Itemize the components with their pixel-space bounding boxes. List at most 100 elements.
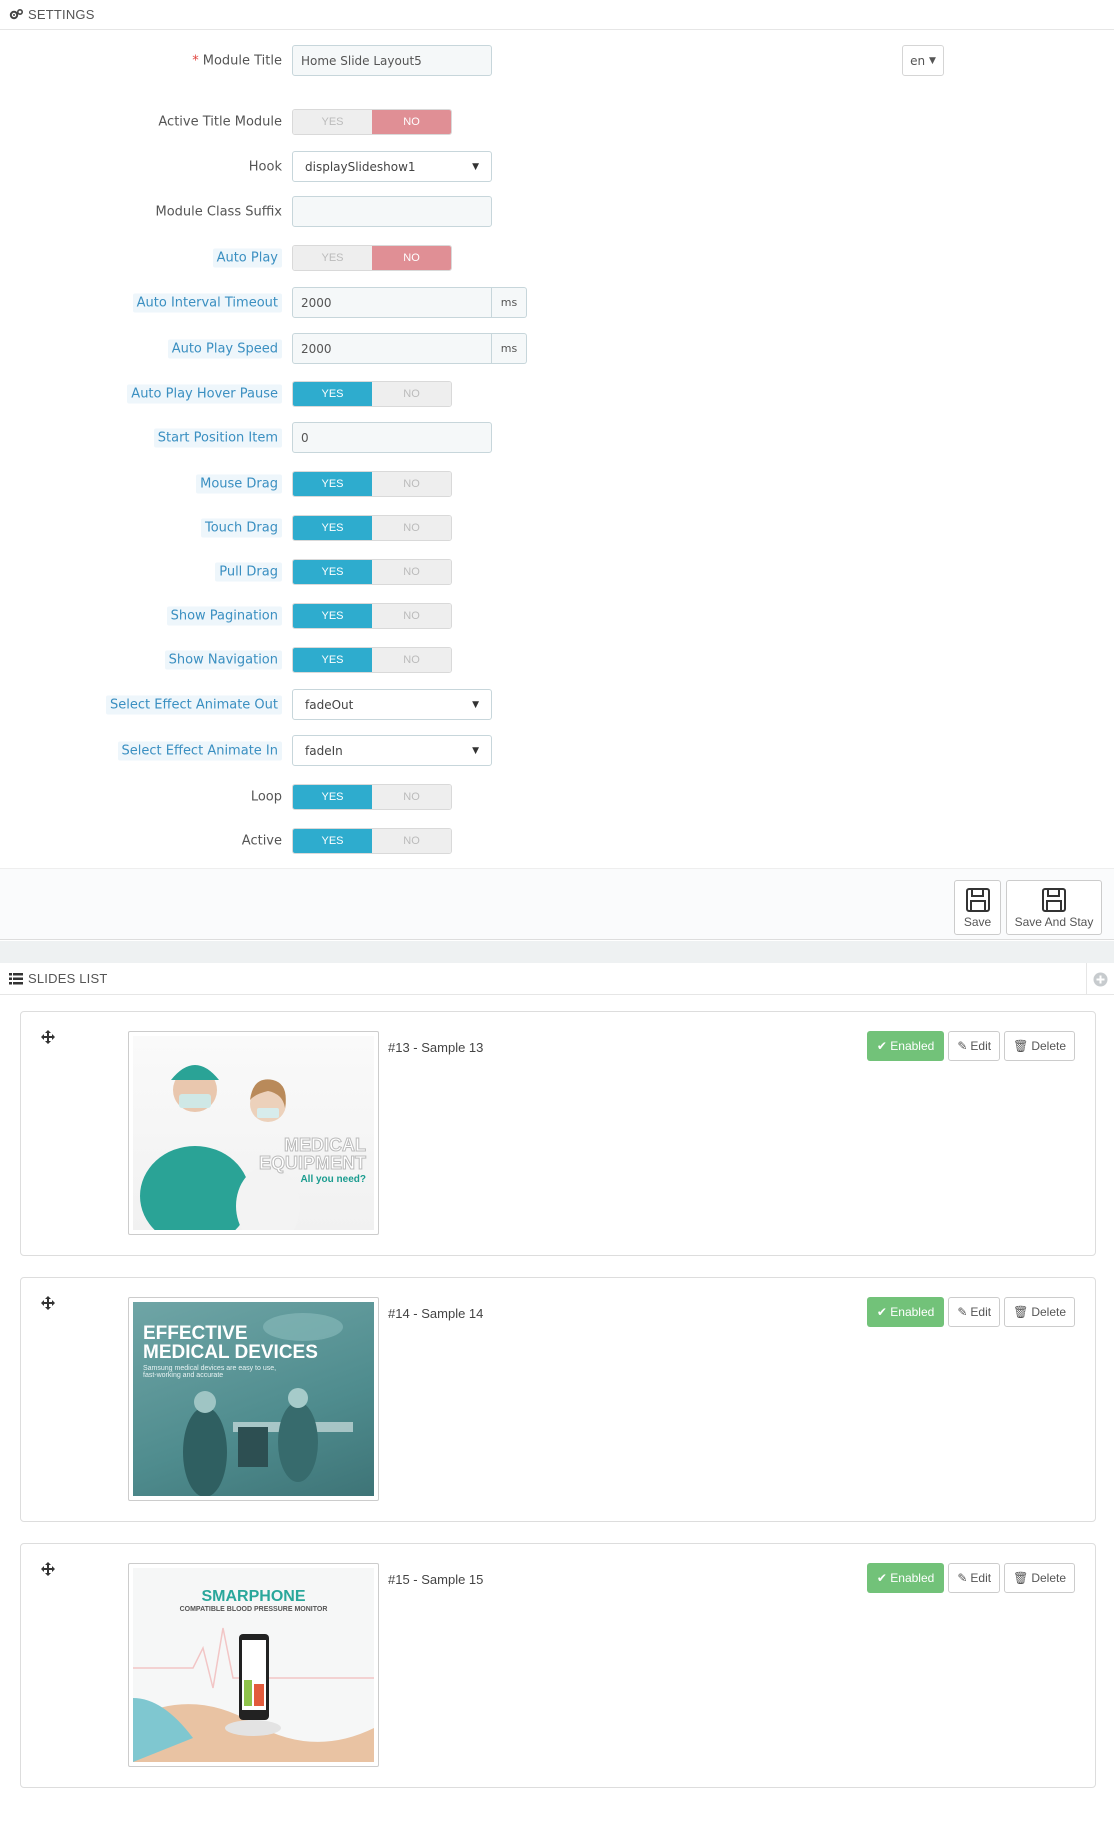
- effect-in-row: Select Effect Animate In fadeIn ▼: [0, 735, 1114, 766]
- settings-panel-heading: SETTINGS: [0, 0, 1114, 30]
- show-navigation-switch[interactable]: YES NO: [292, 647, 452, 673]
- switch-yes[interactable]: YES: [293, 829, 372, 853]
- move-icon[interactable]: [41, 1562, 55, 1580]
- auto-play-switch[interactable]: YES NO: [292, 245, 452, 271]
- module-class-suffix-row: Module Class Suffix: [0, 196, 1114, 227]
- switch-no[interactable]: NO: [372, 560, 451, 584]
- switch-no[interactable]: NO: [372, 604, 451, 628]
- auto-play-speed-input[interactable]: 2000: [292, 333, 492, 364]
- edit-icon: ✎: [957, 1039, 968, 1053]
- trash-icon: 🗑: [1013, 1039, 1029, 1053]
- save-button[interactable]: Save: [954, 880, 1001, 935]
- slide-image: EFFECTIVE MEDICAL DEVICES Samsung medica…: [133, 1302, 374, 1496]
- slide-image-text: All you need?: [300, 1174, 366, 1185]
- switch-yes[interactable]: YES: [293, 648, 372, 672]
- switch-no[interactable]: NO: [372, 785, 451, 809]
- switch-no[interactable]: NO: [372, 110, 451, 134]
- loop-switch[interactable]: YES NO: [292, 784, 452, 810]
- ms-addon: ms: [492, 287, 527, 318]
- add-slide-icon[interactable]: [1086, 963, 1114, 995]
- show-pagination-row: Show Pagination YES NO: [0, 603, 1114, 629]
- switch-no[interactable]: NO: [372, 246, 451, 270]
- switch-yes[interactable]: YES: [293, 516, 372, 540]
- touch-drag-switch[interactable]: YES NO: [292, 515, 452, 541]
- switch-yes[interactable]: YES: [293, 110, 372, 134]
- mouse-drag-row: Mouse Drag YES NO: [0, 471, 1114, 497]
- show-pagination-switch[interactable]: YES NO: [292, 603, 452, 629]
- move-icon[interactable]: [41, 1296, 55, 1314]
- loop-label: Loop: [250, 789, 282, 805]
- touch-drag-row: Touch Drag YES NO: [0, 515, 1114, 541]
- form-footer: Save Save And Stay: [0, 868, 1114, 940]
- start-position-item-row: Start Position Item 0: [0, 422, 1114, 453]
- slide-image-text: EQUIPMENT: [258, 1153, 366, 1173]
- settings-form: * Module Title Home Slide Layout5 en ▼ Ac…: [0, 31, 1114, 869]
- trash-icon: 🗑: [1013, 1305, 1029, 1319]
- switch-no[interactable]: NO: [372, 516, 451, 540]
- module-title-input[interactable]: Home Slide Layout5: [292, 45, 492, 76]
- switch-yes[interactable]: YES: [293, 382, 372, 406]
- module-class-suffix-input[interactable]: [292, 196, 492, 227]
- slide-image-text: MEDICAL: [283, 1135, 366, 1155]
- module-title-row: * Module Title Home Slide Layout5: [0, 45, 1114, 76]
- auto-interval-timeout-input[interactable]: 2000: [292, 287, 492, 318]
- slide-card: EFFECTIVE MEDICAL DEVICES Samsung medica…: [20, 1277, 1096, 1522]
- mouse-drag-switch[interactable]: YES NO: [292, 471, 452, 497]
- language-dropdown[interactable]: en ▼: [902, 45, 944, 76]
- ms-addon: ms: [492, 333, 527, 364]
- active-switch[interactable]: YES NO: [292, 828, 452, 854]
- slide-title: #14 - Sample 14: [388, 1306, 484, 1321]
- effect-in-label: Select Effect Animate In: [117, 741, 282, 760]
- effect-in-select[interactable]: fadeIn ▼: [292, 735, 492, 766]
- slide-thumbnail: SMARPHONE COMPATIBLE BLOOD PRESSURE MONI…: [128, 1563, 379, 1767]
- auto-play-hover-pause-label: Auto Play Hover Pause: [127, 384, 282, 404]
- section-divider: [0, 941, 1114, 963]
- delete-button[interactable]: 🗑 Delete: [1004, 1297, 1075, 1327]
- edit-button[interactable]: ✎ Edit: [948, 1031, 1001, 1061]
- save-icon: [1042, 888, 1066, 912]
- loop-row: Loop YES NO: [0, 784, 1114, 810]
- status-enabled-button[interactable]: ✔ Enabled: [866, 1563, 945, 1593]
- check-icon: ✔: [876, 1305, 891, 1319]
- edit-button[interactable]: ✎ Edit: [948, 1297, 1001, 1327]
- auto-play-hover-pause-switch[interactable]: YES NO: [292, 381, 452, 407]
- delete-button[interactable]: 🗑 Delete: [1004, 1031, 1075, 1061]
- start-position-item-label: Start Position Item: [153, 428, 282, 447]
- switch-yes[interactable]: YES: [293, 604, 372, 628]
- delete-button[interactable]: 🗑 Delete: [1004, 1563, 1075, 1593]
- slide-card: MEDICAL EQUIPMENT All you need? #13 - Sa…: [20, 1011, 1096, 1256]
- list-icon: [9, 971, 25, 987]
- caret-down-icon: ▼: [472, 699, 479, 710]
- auto-interval-timeout-row: Auto Interval Timeout 2000 ms: [0, 287, 1114, 318]
- start-position-item-input[interactable]: 0: [292, 422, 492, 453]
- edit-icon: ✎: [957, 1305, 968, 1319]
- slide-image-text: Samsung medical devices are easy to use,: [143, 1365, 277, 1372]
- slide-image-text: COMPATIBLE BLOOD PRESSURE MONITOR: [179, 1605, 328, 1613]
- hook-select[interactable]: displaySlideshow1 ▼: [292, 151, 492, 182]
- active-title-module-row: Active Title Module YES NO: [0, 109, 1114, 135]
- switch-no[interactable]: NO: [372, 648, 451, 672]
- slide-title: #13 - Sample 13: [388, 1040, 484, 1055]
- status-enabled-button[interactable]: ✔ Enabled: [866, 1297, 945, 1327]
- auto-interval-timeout-label: Auto Interval Timeout: [132, 293, 282, 312]
- effect-out-select[interactable]: fadeOut ▼: [292, 689, 492, 720]
- auto-play-label: Auto Play: [212, 248, 282, 268]
- save-and-stay-button[interactable]: Save And Stay: [1006, 880, 1102, 935]
- slides-title: SLIDES LIST: [28, 971, 108, 986]
- switch-yes[interactable]: YES: [293, 785, 372, 809]
- switch-yes[interactable]: YES: [293, 472, 372, 496]
- switch-no[interactable]: NO: [372, 829, 451, 853]
- slide-image: SMARPHONE COMPATIBLE BLOOD PRESSURE MONI…: [133, 1568, 374, 1762]
- settings-title: SETTINGS: [28, 7, 95, 22]
- switch-no[interactable]: NO: [372, 382, 451, 406]
- switch-no[interactable]: NO: [372, 472, 451, 496]
- show-navigation-label: Show Navigation: [164, 650, 282, 670]
- move-icon[interactable]: [41, 1030, 55, 1048]
- active-title-module-switch[interactable]: YES NO: [292, 109, 452, 135]
- active-row: Active YES NO: [0, 828, 1114, 854]
- pull-drag-switch[interactable]: YES NO: [292, 559, 452, 585]
- switch-yes[interactable]: YES: [293, 560, 372, 584]
- switch-yes[interactable]: YES: [293, 246, 372, 270]
- edit-button[interactable]: ✎ Edit: [948, 1563, 1001, 1593]
- status-enabled-button[interactable]: ✔ Enabled: [866, 1031, 945, 1061]
